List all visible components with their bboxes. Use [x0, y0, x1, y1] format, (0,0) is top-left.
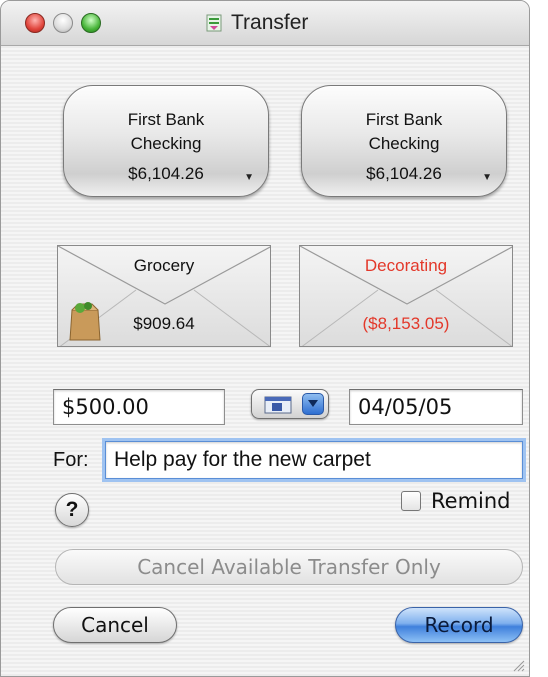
- from-account-balance: $6,104.26: [128, 164, 204, 183]
- from-account-button[interactable]: First Bank Checking $6,104.26 ▼: [63, 85, 269, 197]
- to-envelope-name: Decorating: [364, 256, 448, 275]
- remind-checkbox[interactable]: [401, 491, 421, 511]
- resize-grip-icon[interactable]: [511, 658, 525, 672]
- to-account-button[interactable]: First Bank Checking $6,104.26 ▼: [301, 85, 507, 197]
- memo-field[interactable]: Help pay for the new carpet: [105, 441, 523, 479]
- chevron-down-icon: ▼: [482, 172, 492, 183]
- from-envelope-name: Grocery: [133, 256, 195, 275]
- date-picker-popup[interactable]: [251, 389, 329, 419]
- to-envelope-balance: ($8,153.05): [362, 314, 450, 333]
- memo-label: For:: [53, 449, 89, 471]
- chevron-down-icon: [302, 393, 324, 415]
- from-envelope-balance: $909.64: [133, 314, 195, 333]
- chevron-down-icon: ▼: [244, 172, 254, 183]
- to-account-name-line2: Checking: [368, 134, 440, 153]
- date-field[interactable]: 04/05/05: [349, 389, 523, 425]
- help-button[interactable]: ?: [55, 493, 89, 527]
- cancel-available-transfer-button[interactable]: Cancel Available Transfer Only: [55, 549, 523, 585]
- close-window-button[interactable]: [25, 13, 45, 33]
- record-button[interactable]: Record: [395, 607, 523, 643]
- transfer-window: Transfer First Bank Checking $6,104.26 ▼…: [0, 0, 530, 677]
- remind-label: Remind: [431, 489, 511, 513]
- title-bar[interactable]: Transfer: [1, 1, 529, 46]
- to-account-name-line1: First Bank: [365, 110, 443, 129]
- amount-field[interactable]: $500.00: [53, 389, 225, 425]
- minimize-window-button[interactable]: [53, 13, 73, 33]
- from-account-name-line2: Checking: [130, 134, 202, 153]
- from-account-name-line1: First Bank: [127, 110, 205, 129]
- window-title: Transfer: [231, 11, 309, 34]
- to-envelope-button[interactable]: Decorating ($8,153.05): [299, 245, 513, 347]
- to-account-balance: $6,104.26: [366, 164, 442, 183]
- from-envelope-button[interactable]: Grocery $909.64: [57, 245, 271, 347]
- transfer-app-icon: [206, 14, 222, 32]
- calendar-icon: [264, 396, 292, 414]
- cancel-button[interactable]: Cancel: [53, 607, 177, 643]
- zoom-window-button[interactable]: [81, 13, 101, 33]
- to-account-name: First Bank Checking: [302, 108, 506, 156]
- from-account-name: First Bank Checking: [64, 108, 268, 156]
